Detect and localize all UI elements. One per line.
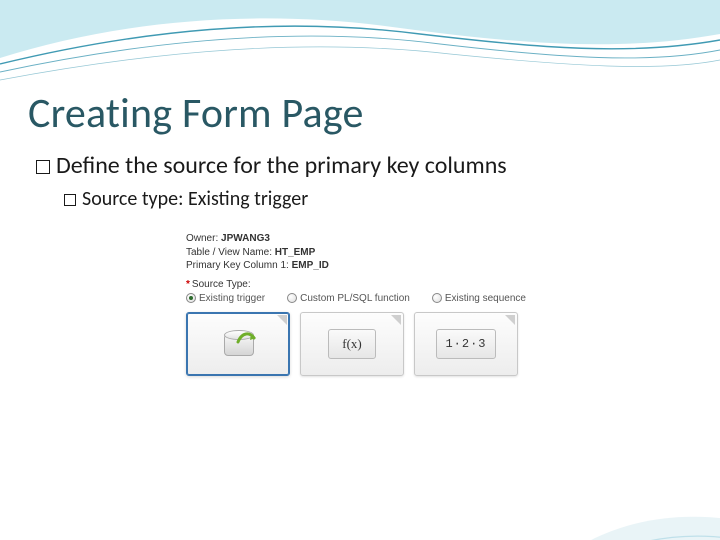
radio-label: Custom PL/SQL function <box>300 293 410 304</box>
required-asterisk: * <box>186 279 190 290</box>
pk-value: EMP_ID <box>292 260 329 271</box>
radio-dot-icon <box>432 293 442 303</box>
source-type-radios: Existing trigger Custom PL/SQL function … <box>186 293 536 304</box>
source-type-row: *Source Type: <box>186 279 536 290</box>
card-custom-function[interactable]: f(x) <box>300 312 404 376</box>
table-value: HT_EMP <box>275 247 316 258</box>
card-existing-trigger[interactable] <box>186 312 290 376</box>
fold-corner-icon <box>391 315 401 325</box>
option-cards: f(x) 1·2·3 <box>186 312 536 376</box>
slide-title: Creating Form Page <box>28 88 364 139</box>
owner-value: JPWANG3 <box>221 233 270 244</box>
form-meta: Owner: JPWANG3 Table / View Name: HT_EMP… <box>186 232 536 273</box>
fold-corner-icon <box>277 315 287 325</box>
form-screenshot: Owner: JPWANG3 Table / View Name: HT_EMP… <box>186 232 536 376</box>
card-existing-sequence[interactable]: 1·2·3 <box>414 312 518 376</box>
owner-label: Owner: <box>186 233 218 244</box>
slide: Creating Form Page Define the source for… <box>0 0 720 540</box>
meta-owner: Owner: JPWANG3 <box>186 232 536 246</box>
radio-existing-sequence[interactable]: Existing sequence <box>432 293 526 304</box>
database-trigger-icon <box>224 330 252 358</box>
radio-label: Existing sequence <box>445 293 526 304</box>
bullet-list: Define the source for the primary key co… <box>36 152 507 211</box>
function-icon: f(x) <box>328 329 376 359</box>
bullet-1-text: Define the source for the primary key co… <box>56 151 507 180</box>
sequence-icon: 1·2·3 <box>436 329 496 359</box>
radio-dot-icon <box>186 293 196 303</box>
radio-custom-function[interactable]: Custom PL/SQL function <box>287 293 410 304</box>
bullet-level-1: Define the source for the primary key co… <box>36 152 507 181</box>
radio-existing-trigger[interactable]: Existing trigger <box>186 293 265 304</box>
meta-pk: Primary Key Column 1: EMP_ID <box>186 259 536 273</box>
table-label: Table / View Name: <box>186 247 272 258</box>
radio-dot-icon <box>287 293 297 303</box>
meta-table: Table / View Name: HT_EMP <box>186 246 536 260</box>
bullet-level-2: Source type: Existing trigger <box>64 187 507 211</box>
bullet-2-text: Source type: Existing trigger <box>82 187 308 211</box>
bullet-marker <box>64 194 76 206</box>
bullet-marker <box>36 160 50 174</box>
source-type-label: Source Type: <box>192 279 251 290</box>
pk-label: Primary Key Column 1: <box>186 260 289 271</box>
decorative-wave <box>0 0 720 95</box>
radio-label: Existing trigger <box>199 293 265 304</box>
decorative-corner <box>520 400 720 540</box>
fold-corner-icon <box>505 315 515 325</box>
